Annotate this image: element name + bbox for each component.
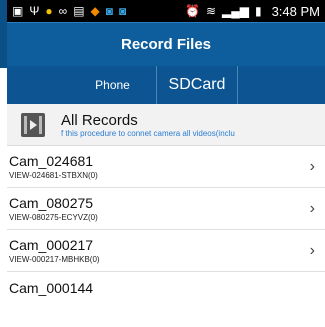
- list-item-partial[interactable]: Cam_000144: [7, 272, 325, 300]
- video-play-icon: [21, 112, 45, 137]
- list-item[interactable]: Cam_000217 VIEW-000217-MBHKB(0) ›: [7, 230, 325, 272]
- image-icon: ▤: [73, 4, 85, 18]
- usb-icon: Ψ: [29, 4, 40, 18]
- tab-spacer-right: [237, 66, 325, 104]
- all-records-item[interactable]: All Records f this procedure to connet c…: [7, 104, 325, 146]
- title-bar: Record Files: [7, 22, 325, 66]
- chevron-right-icon: ›: [309, 157, 315, 175]
- background-window: [0, 0, 7, 327]
- tab-spacer: [7, 66, 69, 104]
- wifi-icon: ≋: [205, 4, 216, 18]
- app3-icon: ◙: [119, 4, 127, 18]
- alarm-icon: ⏰: [184, 4, 200, 18]
- chevron-right-icon: ›: [309, 199, 315, 217]
- record-name: Cam_024681: [9, 152, 94, 169]
- app-icon: ●: [45, 4, 53, 18]
- app2-icon: ◆: [90, 4, 100, 18]
- record-name: Cam_080275: [9, 194, 94, 211]
- record-subtitle: VIEW-080275-ECYVZ(0): [9, 212, 98, 222]
- camera-icon: ◙: [105, 4, 114, 18]
- record-name: Cam_000217: [9, 236, 94, 253]
- page-title: Record Files: [120, 36, 212, 53]
- list-item[interactable]: Cam_080275 VIEW-080275-ECYVZ(0) ›: [7, 188, 325, 230]
- gallery-icon: ▣: [12, 4, 24, 18]
- app-screen: ▣ Ψ ● ∞ ▤ ◆ ◙ ◙ ⏰ ≋ ▂▄▆ ▮ 3:48 PM Record…: [7, 0, 325, 327]
- record-name: Cam_000144: [9, 280, 94, 296]
- battery-icon: ▮: [254, 4, 262, 18]
- signal-icon: ▂▄▆: [222, 4, 249, 18]
- status-time: 3:48 PM: [271, 3, 320, 19]
- tab-sdcard[interactable]: SDCard: [157, 66, 237, 104]
- status-bar: ▣ Ψ ● ∞ ▤ ◆ ◙ ◙ ⏰ ≋ ▂▄▆ ▮ 3:48 PM: [7, 0, 325, 22]
- record-subtitle: VIEW-024681-STBXN(0): [9, 170, 98, 180]
- all-records-subtitle: f this procedure to connet camera all vi…: [61, 128, 235, 138]
- tab-bar: Phone SDCard: [7, 66, 325, 104]
- record-subtitle: VIEW-000217-MBHKB(0): [9, 254, 100, 264]
- background-window-accent: [0, 0, 7, 68]
- list-item[interactable]: Cam_024681 VIEW-024681-STBXN(0) ›: [7, 146, 325, 188]
- chevron-right-icon: ›: [309, 241, 315, 259]
- tab-phone[interactable]: Phone: [69, 66, 157, 104]
- all-records-title: All Records: [61, 111, 138, 129]
- voicemail-icon: ∞: [58, 4, 68, 18]
